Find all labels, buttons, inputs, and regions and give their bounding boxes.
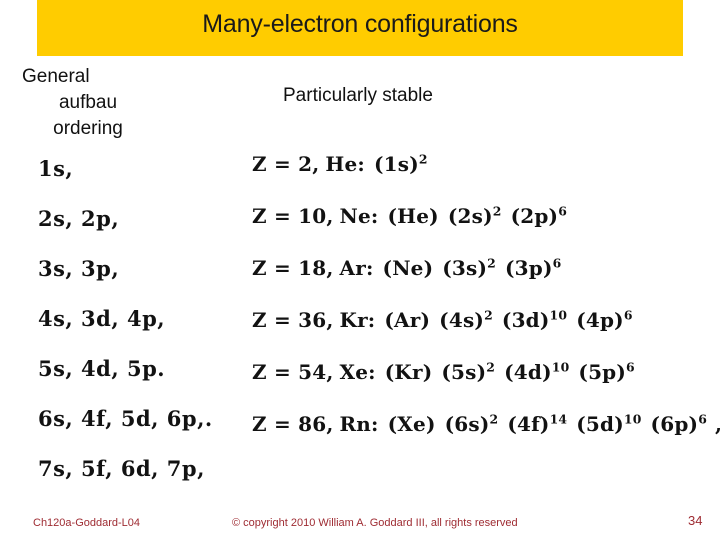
orbital-base: (5d) (576, 412, 624, 436)
title-banner: Many-electron configurations (37, 0, 683, 56)
atomic-number-label: Z = 10, (252, 204, 334, 228)
atomic-number-label: Z = 2, (252, 152, 320, 176)
orbital-occupancy-exponent: 6 (623, 307, 633, 323)
aufbau-row: 4s, 3d, 4p, (38, 306, 166, 331)
orbital-term: (Kr) (385, 360, 433, 384)
configuration-row: Z = 36, Kr: (Ar) (4s)2 (3d)10 (4p)6 (252, 308, 720, 360)
orbital-occupancy-exponent: 2 (484, 307, 493, 323)
orbital-base: (He) (387, 204, 439, 228)
footer-page-number: 34 (688, 513, 703, 528)
aufbau-row: 5s, 4d, 5p. (38, 356, 166, 381)
orbital-term: (5p)6 (578, 360, 634, 384)
orbital-occupancy-exponent: 6 (626, 359, 635, 375)
left-heading-line-3: ordering (53, 118, 123, 139)
orbital-term: (4p)6 (576, 308, 632, 332)
orbital-term: (6s)2 (445, 412, 499, 436)
orbital-term: (3p)6 (505, 256, 561, 280)
left-heading-line-2: aufbau (58, 92, 118, 113)
orbital-term: (2s)2 (448, 204, 502, 228)
orbital-occupancy-exponent: 14 (549, 411, 568, 427)
orbital-term: (4f)14 (507, 412, 567, 436)
orbital-term: (3d)10 (502, 308, 567, 332)
orbital-base: (5s) (441, 360, 487, 384)
configuration-row: Z = 10, Ne: (He) (2s)2 (2p)6 (252, 204, 720, 256)
orbital-base: (2s) (447, 204, 493, 228)
slide-canvas: Many-electron configurations General auf… (0, 0, 720, 540)
orbital-base: (3d) (501, 308, 550, 332)
orbital-base: (3p) (505, 256, 553, 280)
orbital-occupancy-exponent: 6 (552, 255, 562, 271)
orbital-base: (5p) (578, 360, 627, 384)
atomic-number-label: Z = 18, (252, 256, 334, 280)
orbital-term: (Ne) (383, 256, 434, 280)
atomic-number-label: Z = 36, (252, 308, 334, 332)
configuration-row: Z = 18, Ar: (Ne) (3s)2 (3p)6 (252, 256, 720, 308)
element-symbol-label: Xe: (339, 360, 376, 384)
left-column-heading: General aufbau ordering (22, 64, 154, 142)
aufbau-row: 6s, 4f, 5d, 6p,. (38, 406, 213, 431)
configuration-row: Z = 54, Xe: (Kr) (5s)2 (4d)10 (5p)6 (252, 360, 720, 412)
orbital-term: (6p)6 (651, 412, 707, 436)
atomic-number-label: Z = 54, (252, 360, 334, 384)
orbital-term: (He) (387, 204, 438, 228)
orbital-occupancy-exponent: 2 (487, 255, 496, 271)
orbital-base: (4p) (576, 308, 624, 332)
electron-configuration-list: Z = 2, He: (1s)2 Z = 10, Ne: (He) (2s)2 (2p)6 Z … (252, 152, 720, 464)
orbital-base: (4f) (507, 412, 550, 436)
orbital-term: (3s)2 (442, 256, 496, 280)
left-heading-line-1: General (22, 66, 90, 87)
footer-copyright-label: © copyright 2010 William A. Goddard III,… (232, 517, 518, 529)
aufbau-row: 7s, 5f, 6d, 7p, (38, 456, 205, 481)
trailing-punctuation: , (715, 412, 720, 436)
orbital-occupancy-exponent: 2 (492, 203, 502, 219)
element-symbol-label: Ne: (339, 204, 379, 228)
orbital-occupancy-exponent: 2 (418, 151, 428, 167)
orbital-occupancy-exponent: 2 (486, 359, 496, 375)
element-symbol-label: Ar: (339, 256, 374, 280)
orbital-term: (2p)6 (511, 204, 567, 228)
orbital-base: (4d) (504, 360, 552, 384)
orbital-base: (4s) (439, 308, 485, 332)
configuration-row: Z = 2, He: (1s)2 (252, 152, 720, 204)
orbital-base: (6p) (650, 412, 699, 436)
orbital-base: (1s) (373, 152, 419, 176)
orbital-term: (5d)10 (576, 412, 641, 436)
element-symbol-label: Rn: (339, 412, 379, 436)
element-symbol-label: He: (325, 152, 365, 176)
orbital-term: (Ar) (384, 308, 430, 332)
aufbau-row: 2s, 2p, (38, 206, 120, 231)
orbital-base: (Xe) (387, 412, 436, 436)
aufbau-ordering-list: 1s, 2s, 2p, 3s, 3p, 4s, 3d, 4p, 5s, 4d, 5p. 6… (38, 156, 238, 506)
orbital-base: (Ar) (384, 308, 431, 332)
orbital-occupancy-exponent: 10 (623, 411, 642, 427)
orbital-occupancy-exponent: 2 (489, 411, 499, 427)
aufbau-row: 3s, 3p, (38, 256, 120, 281)
orbital-term: (1s)2 (374, 152, 428, 176)
element-symbol-label: Kr: (339, 308, 376, 332)
orbital-occupancy-exponent: 10 (549, 307, 568, 323)
aufbau-row: 1s, (38, 156, 74, 181)
orbital-base: (6s) (444, 412, 490, 436)
atomic-number-label: Z = 86, (252, 412, 334, 436)
page-title: Many-electron configurations (202, 10, 518, 38)
orbital-base: (Kr) (384, 360, 433, 384)
orbital-occupancy-exponent: 6 (558, 203, 568, 219)
orbital-term: (5s)2 (441, 360, 495, 384)
orbital-term: (Xe) (388, 412, 436, 436)
orbital-occupancy-exponent: 6 (698, 411, 708, 427)
orbital-base: (2p) (510, 204, 559, 228)
slide-footer: Ch120a-Goddard-L04 © copyright 2010 Will… (0, 513, 720, 537)
right-column-heading: Particularly stable (283, 85, 433, 106)
configuration-row: Z = 86,Rn: (Xe) (6s)2 (4f)14 (5d)10 (6p)6, (252, 412, 720, 464)
orbital-base: (Ne) (382, 256, 434, 280)
orbital-term: (4d)10 (504, 360, 569, 384)
footer-course-label: Ch120a-Goddard-L04 (33, 517, 141, 529)
orbital-base: (3s) (442, 256, 488, 280)
orbital-occupancy-exponent: 10 (551, 359, 570, 375)
orbital-term: (4s)2 (439, 308, 493, 332)
